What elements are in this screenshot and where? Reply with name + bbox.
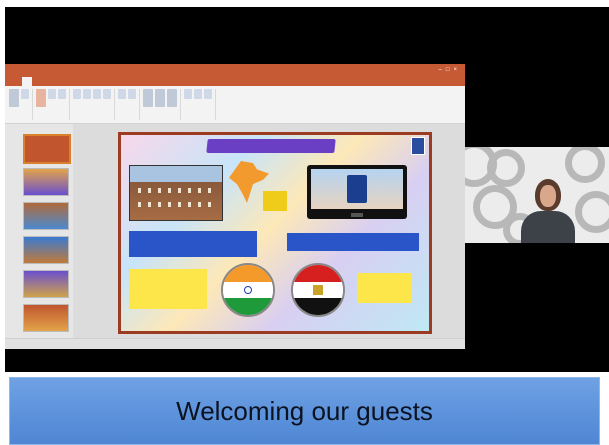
egypt-map-icon [263,191,287,211]
tab-review[interactable] [96,77,99,86]
current-slide[interactable] [118,132,432,334]
slide-thumbnail[interactable] [23,168,69,196]
ribbon-tabs [5,77,465,86]
font-italic-button[interactable] [83,89,91,99]
slide-editing-canvas [73,124,465,339]
numbering-button[interactable] [128,89,136,99]
bullets-button[interactable] [118,89,126,99]
powerpoint-title-bar: –□× [5,64,465,77]
ribbon-group-drawing [143,89,181,120]
partner-school-photo [311,169,403,209]
quick-styles-button[interactable] [167,89,177,107]
tab-file[interactable] [11,77,14,86]
powerpoint-body [5,124,465,339]
welcome-box [357,273,411,303]
select-button[interactable] [204,89,212,99]
slide-thumbnail[interactable] [23,304,69,332]
replace-button[interactable] [194,89,202,99]
tab-home[interactable] [22,77,32,86]
caption-text: Welcoming our guests [176,395,433,426]
powerpoint-window: –□× [5,64,465,349]
window-controls[interactable]: –□× [439,64,461,77]
status-slide-counter [5,348,11,353]
ribbon-group-font [73,89,115,120]
shapes-button[interactable] [143,89,153,107]
slide-thumbnail[interactable] [23,134,71,164]
layout-button[interactable] [48,89,56,99]
ribbon-group-paragraph [118,89,140,120]
font-bold-button[interactable] [73,89,81,99]
exchange-details-box [129,269,207,309]
slide-thumbnail[interactable] [23,202,69,230]
slide-thumbnails-panel [9,128,71,338]
ribbon-group-editing [184,89,216,120]
tv-photo-frame [307,165,407,219]
slide-title-banner [206,139,336,153]
tab-insert[interactable] [40,77,43,86]
powerpoint-status-bar [5,338,465,349]
paste-button[interactable] [9,89,19,107]
ribbon-group-clipboard [9,89,33,120]
school-emblem-icon [411,137,425,155]
reset-button[interactable] [58,89,66,99]
tv-stand [351,213,363,217]
cut-button[interactable] [21,89,29,99]
school-name-bar [129,231,257,257]
font-color-button[interactable] [103,89,111,99]
egypt-flag-icon [291,263,345,317]
ribbon-toolbar [5,86,465,124]
slide-thumbnail[interactable] [23,236,69,264]
school-building-photo [129,165,223,221]
screen-share-view: –□× [5,7,465,372]
slide-thumbnail[interactable] [23,270,69,298]
participant-body [521,211,575,243]
participant-face [540,185,556,207]
video-call-stage: –□× [0,0,609,380]
find-button[interactable] [184,89,192,99]
tab-animations[interactable] [74,77,77,86]
tab-view[interactable] [108,77,111,86]
new-slide-button[interactable] [36,89,46,107]
participant-video-tile[interactable] [465,147,609,243]
partner-school-name-bar [287,233,419,251]
ribbon-group-slides [36,89,70,120]
caption-bar: Welcoming our guests [9,377,600,445]
tab-slide-show[interactable] [85,77,88,86]
india-flag-icon [221,263,275,317]
window-minimize-icon[interactable]: – [439,67,446,73]
arrange-button[interactable] [155,89,165,107]
font-underline-button[interactable] [93,89,101,99]
window-close-icon[interactable]: × [453,67,461,73]
school-emblem-icon [347,175,367,203]
tab-design[interactable] [51,77,54,86]
tab-transitions[interactable] [62,77,65,86]
